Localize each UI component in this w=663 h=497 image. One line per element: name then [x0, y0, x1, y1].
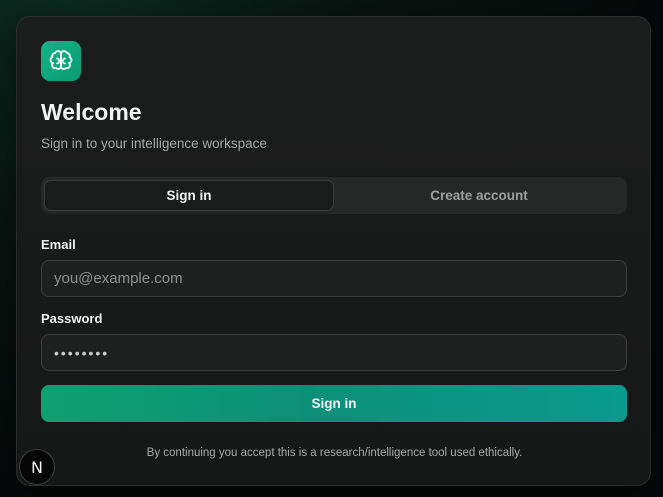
dev-tools-badge[interactable]: N: [19, 449, 55, 485]
signin-card: Welcome Sign in to your intelligence wor…: [16, 16, 651, 486]
password-label: Password: [41, 311, 103, 326]
page-title: Welcome: [41, 99, 142, 125]
badge-letter: N: [31, 457, 43, 477]
email-label: Email: [41, 237, 76, 252]
terms-notice: By continuing you accept this is a resea…: [146, 447, 523, 459]
page-subtitle: Sign in to your intelligence workspace: [41, 136, 267, 151]
password-field[interactable]: ••••••••: [41, 334, 627, 371]
tab-sign-in[interactable]: Sign in: [44, 180, 334, 211]
email-field[interactable]: [41, 260, 627, 297]
brain-icon: [41, 41, 81, 81]
sign-in-button[interactable]: Sign in: [41, 385, 627, 422]
tab-create-account[interactable]: Create account: [334, 180, 624, 211]
auth-tabs: Sign in Create account: [41, 177, 627, 214]
